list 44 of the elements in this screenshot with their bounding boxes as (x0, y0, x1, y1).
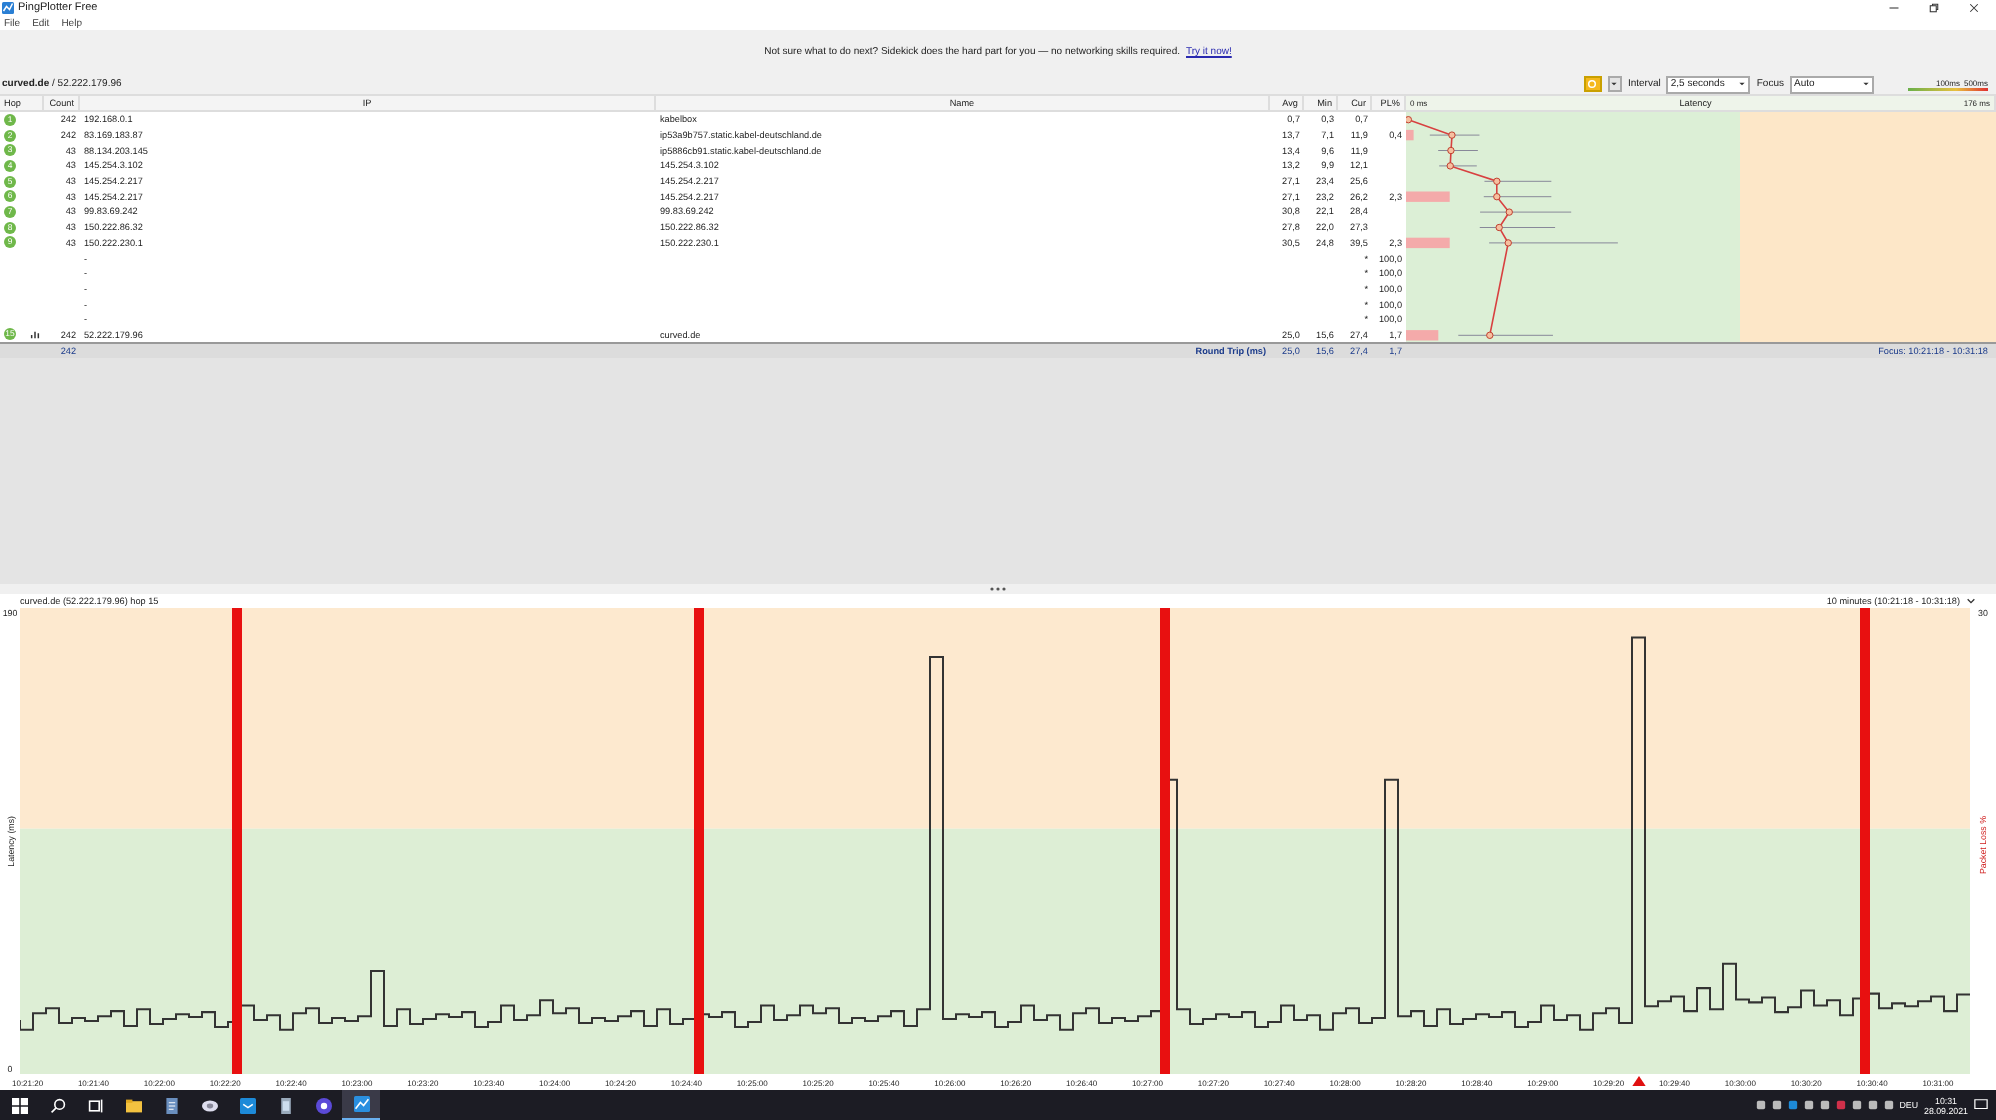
latency-point (1486, 331, 1494, 339)
graph-icon (30, 329, 40, 340)
latency-range-line (1483, 196, 1552, 198)
taskbar-button[interactable] (342, 1090, 380, 1120)
collapse-icon[interactable] (1966, 596, 1976, 606)
search-icon (49, 1097, 65, 1113)
latency-range-line (1488, 242, 1619, 244)
windows-icon (11, 1097, 27, 1113)
file-icon (277, 1097, 293, 1113)
splitter-handle-icon[interactable] (988, 586, 1008, 592)
latency-point (1493, 177, 1501, 185)
sun-icon (1586, 78, 1599, 90)
chart-app-icon (353, 1096, 369, 1112)
latency-range-line (1457, 334, 1554, 336)
latency-point (1448, 131, 1456, 139)
latency-point (1504, 239, 1512, 247)
close-icon[interactable] (1968, 2, 1980, 14)
triangle-marker-icon[interactable] (1632, 1076, 1646, 1086)
caret-icon (1862, 80, 1870, 88)
minimize-icon[interactable] (1888, 2, 1900, 14)
restore-icon[interactable] (1928, 2, 1940, 14)
latency-range-line (1479, 227, 1556, 228)
eye-icon (201, 1097, 217, 1113)
mail-icon (239, 1097, 255, 1113)
latency-point (1406, 116, 1413, 124)
chat-icon (315, 1097, 331, 1113)
caret-icon (1610, 80, 1619, 88)
task-view-icon (87, 1097, 103, 1113)
folder-icon (125, 1097, 141, 1113)
latency-range-line (1438, 165, 1478, 167)
caret-icon (1738, 80, 1747, 88)
latency-range-line (1483, 180, 1552, 182)
start-button[interactable] (1583, 76, 1602, 92)
notification-icon[interactable] (1974, 1098, 1988, 1112)
latency-point (1505, 208, 1513, 216)
latency-range-line (1437, 150, 1479, 151)
latency-range-line (1429, 134, 1480, 136)
latency-point (1493, 193, 1501, 201)
document-icon (163, 1097, 179, 1113)
latency-point (1447, 146, 1455, 155)
latency-range-line (1479, 211, 1572, 213)
dropdown-button[interactable] (1607, 76, 1622, 92)
latency-point (1446, 162, 1454, 170)
latency-point (1495, 223, 1503, 232)
